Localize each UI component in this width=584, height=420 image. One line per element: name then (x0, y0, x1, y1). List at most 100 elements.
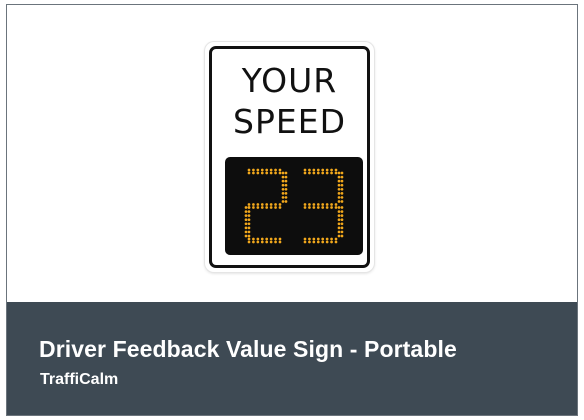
digit-1-led-dot (281, 200, 285, 203)
digit-1-led-dot (244, 222, 248, 226)
digit-2-led-dot (321, 171, 325, 175)
digit-2-led-dot (303, 237, 307, 241)
digit-2-led-dot (325, 171, 329, 175)
digit-1-led-dot (265, 237, 269, 241)
digit-2-led-dot (308, 168, 311, 172)
digit-1-led-dot (247, 237, 251, 241)
digit-2-led-dot (337, 222, 341, 226)
digit-2-led-dot (340, 192, 344, 195)
digit-2-led-dot (308, 240, 311, 244)
digit-2-led-dot (337, 192, 341, 195)
digit-2-led-dot (340, 210, 344, 213)
digit-1-led-dot (260, 240, 264, 244)
digit-1-led-dot (278, 206, 282, 209)
digit-2-led-dot (316, 168, 320, 172)
digit-2-led-dot (325, 203, 329, 206)
speed-sign-illustration: YOUR SPEED (205, 42, 374, 272)
digit-1-led-dot (252, 240, 255, 244)
digit-2-led-dot (337, 206, 341, 209)
digit-1-led-dot (247, 240, 251, 244)
digit-2-led-dot (321, 237, 325, 241)
digit-1-led-dot (265, 206, 269, 209)
digit-1-led-dot (269, 168, 273, 172)
digit-1-led-dot (260, 237, 264, 241)
digit-2-led-dot (340, 187, 344, 191)
digit-1-led-dot (281, 179, 285, 183)
digit-2-led-dot (308, 206, 311, 209)
digit-1-led-dot (247, 230, 251, 234)
digit-2-led-dot (337, 183, 341, 187)
digit-2-led-dot (316, 240, 320, 244)
digit-1-led-dot (265, 240, 269, 244)
digit-1-led-dot (252, 203, 255, 206)
digit-1-led-dot (281, 175, 285, 179)
digit-2-led-dot (312, 203, 316, 206)
digit-1-led-dot (260, 203, 264, 206)
digit-2-led-dot (334, 168, 338, 172)
digit-1-led-dot (256, 171, 260, 175)
digit-2-led-dot (334, 171, 338, 175)
digit-1-led-dot (284, 171, 288, 175)
digit-2-led-dot (337, 214, 341, 217)
digit-2-led-dot (337, 200, 341, 203)
digit-1-led-dot (247, 206, 251, 209)
digit-2-led-dot (340, 206, 344, 209)
digit-2-led-dot (337, 218, 341, 222)
digit-2-led-dot (340, 200, 344, 203)
sign-text-line-2: SPEED (233, 102, 346, 141)
digit-2-led-dot (334, 203, 338, 206)
digit-1-led-dot (269, 171, 273, 175)
led-speed-display (225, 157, 363, 255)
digit-1-led-dot (278, 203, 282, 206)
digit-2-led-dot (337, 230, 341, 234)
digit-1-led-dot (269, 206, 273, 209)
sign-text-line-1: YOUR (241, 61, 338, 100)
digit-2-led-dot (340, 179, 344, 183)
digit-2-led-dot (316, 203, 320, 206)
led-digits (244, 168, 344, 244)
digit-1-led-dot (260, 171, 264, 175)
sign-border: YOUR SPEED (209, 46, 370, 268)
digit-2-led-dot (334, 237, 338, 241)
digit-1-led-dot (269, 203, 273, 206)
digit-1-led-dot (256, 237, 260, 241)
digit-1-led-dot (256, 203, 260, 206)
digit-2-led-dot (312, 206, 316, 209)
brand-name: TraffiCalm (40, 371, 119, 388)
digit-2-led-dot (337, 175, 341, 179)
digit-2-led-dot (340, 230, 344, 234)
digit-2-led-dot (330, 237, 333, 241)
digit-1-led-dot (247, 226, 251, 230)
digit-2-led-dot (340, 234, 344, 238)
product-card[interactable]: YOUR SPEED Driver Feedback Value Sign - … (6, 4, 578, 416)
digit-1-led-dot (281, 192, 285, 195)
digit-1-led-dot (252, 168, 255, 172)
digit-1-led-dot (247, 203, 251, 206)
digit-2-led-dot (340, 218, 344, 222)
digit-2-led-dot (325, 168, 329, 172)
product-title[interactable]: Driver Feedback Value Sign - Portable (39, 336, 457, 363)
digit-2-led-dot (334, 206, 338, 209)
digit-2-led-dot (330, 171, 333, 175)
digit-1-led-dot (247, 171, 251, 175)
digit-2-led-dot (303, 240, 307, 244)
digit-1-led-dot (256, 168, 260, 172)
digit-1-led-dot (260, 206, 264, 209)
digit-1-led-dot (274, 168, 277, 172)
digit-1-led-dot (247, 218, 251, 222)
digit-1-led-dot (281, 187, 285, 191)
product-image[interactable]: YOUR SPEED (7, 5, 577, 302)
digit-1-led-dot (244, 214, 248, 217)
digit-1-led-dot (260, 168, 264, 172)
digit-1-led-dot (244, 230, 248, 234)
digit-2-led-dot (337, 196, 341, 199)
digit-2-led-dot (337, 179, 341, 183)
digit-2-led-dot (316, 206, 320, 209)
digit-2-led-dot (337, 210, 341, 213)
digit-2-led-dot (303, 206, 307, 209)
digit-2-led-dot (330, 168, 333, 172)
digit-2-led-dot (340, 171, 344, 175)
digit-1-led-dot (274, 171, 277, 175)
digit-2-led-dot (325, 240, 329, 244)
digit-2-led-dot (303, 203, 307, 206)
